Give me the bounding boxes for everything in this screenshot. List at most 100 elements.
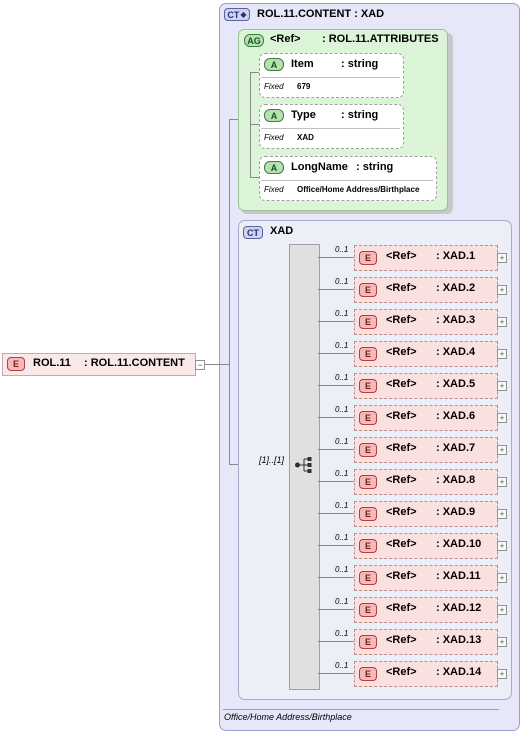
attribute-divider	[261, 180, 433, 181]
child-cardinality: 0..1	[335, 373, 349, 382]
attribute-fixed-label: Fixed	[264, 185, 284, 194]
attribute-fixed-value: 679	[297, 82, 311, 91]
element-badge: E	[359, 571, 377, 585]
child-element-name: : XAD.13	[436, 634, 482, 646]
element-badge: E	[359, 347, 377, 361]
attribute-group-name: : ROL.11.ATTRIBUTES	[322, 33, 439, 45]
root-element-type: : ROL.11.CONTENT	[84, 357, 185, 369]
child-connector	[318, 577, 354, 578]
child-element-ref: <Ref>	[386, 474, 417, 486]
child-connector	[318, 481, 354, 482]
expand-icon[interactable]: +	[497, 573, 507, 583]
element-badge: E	[7, 357, 25, 371]
element-badge: E	[359, 443, 377, 457]
complex-type-badge: CT ◆	[224, 8, 250, 21]
child-connector	[318, 385, 354, 386]
expand-icon[interactable]: +	[497, 605, 507, 615]
child-element-name: : XAD.12	[436, 602, 482, 614]
child-connector	[318, 641, 354, 642]
element-badge: E	[359, 283, 377, 297]
child-cardinality: 0..1	[335, 597, 349, 606]
child-element-ref: <Ref>	[386, 282, 417, 294]
expand-icon[interactable]: +	[497, 477, 507, 487]
child-connector	[318, 257, 354, 258]
child-cardinality: 0..1	[335, 501, 349, 510]
expand-icon[interactable]: +	[497, 413, 507, 423]
expand-icon[interactable]: +	[497, 445, 507, 455]
expand-icon[interactable]: +	[497, 349, 507, 359]
child-cardinality: 0..1	[335, 565, 349, 574]
child-cardinality: 0..1	[335, 309, 349, 318]
child-connector	[318, 321, 354, 322]
element-badge: E	[359, 379, 377, 393]
child-element-ref: <Ref>	[386, 314, 417, 326]
attribute-fixed-value: Office/Home Address/Birthplace	[297, 185, 420, 194]
child-element-ref: <Ref>	[386, 250, 417, 262]
child-element-ref: <Ref>	[386, 442, 417, 454]
attribute-divider	[261, 77, 400, 78]
expand-icon[interactable]: +	[497, 381, 507, 391]
attribute-connector-vertical	[250, 72, 251, 178]
child-element-name: : XAD.11	[436, 570, 481, 582]
child-element-ref: <Ref>	[386, 634, 417, 646]
expand-icon[interactable]: +	[497, 317, 507, 327]
child-connector	[318, 609, 354, 610]
element-badge: E	[359, 315, 377, 329]
complex-type-title: ROL.11.CONTENT : XAD	[257, 8, 385, 20]
attribute-badge: A	[264, 58, 284, 71]
child-connector	[318, 513, 354, 514]
sequence-cardinality: [1]..[1]	[259, 455, 285, 465]
child-element-name: : XAD.5	[436, 378, 476, 390]
sequence-icon	[295, 457, 312, 473]
attribute-fixed-value: XAD	[297, 133, 314, 142]
collapse-toggle-icon[interactable]: −	[195, 360, 205, 370]
element-badge: E	[359, 635, 377, 649]
expand-icon[interactable]: +	[497, 285, 507, 295]
child-element-name: : XAD.7	[436, 442, 476, 454]
element-badge: E	[359, 539, 377, 553]
child-cardinality: 0..1	[335, 437, 349, 446]
attribute-group-ref: <Ref>	[270, 33, 301, 45]
child-connector	[318, 289, 354, 290]
element-badge: E	[359, 603, 377, 617]
child-cardinality: 0..1	[335, 629, 349, 638]
attribute-name: Type	[291, 109, 316, 121]
element-badge: E	[359, 475, 377, 489]
child-element-ref: <Ref>	[386, 666, 417, 678]
attribute-type: : string	[341, 58, 379, 70]
child-cardinality: 0..1	[335, 405, 349, 414]
child-element-ref: <Ref>	[386, 602, 417, 614]
child-element-ref: <Ref>	[386, 378, 417, 390]
attribute-group-connector	[229, 119, 238, 120]
xad-type-title: XAD	[270, 225, 294, 237]
child-element-name: : XAD.2	[436, 282, 476, 294]
child-element-ref: <Ref>	[386, 506, 417, 518]
expand-icon[interactable]: +	[497, 509, 507, 519]
child-element-name: : XAD.9	[436, 506, 476, 518]
root-connector	[205, 364, 229, 365]
child-element-name: : XAD.14	[436, 666, 482, 678]
attribute-type: : string	[341, 109, 379, 121]
child-element-ref: <Ref>	[386, 538, 417, 550]
child-element-name: : XAD.10	[436, 538, 482, 550]
attribute-badge: A	[264, 161, 284, 174]
attribute-longname	[259, 156, 437, 201]
attribute-name: Item	[291, 58, 314, 70]
child-element-name: : XAD.6	[436, 410, 476, 422]
attribute-badge: A	[264, 109, 284, 122]
child-cardinality: 0..1	[335, 341, 349, 350]
element-badge: E	[359, 251, 377, 265]
expand-icon[interactable]: +	[497, 637, 507, 647]
expand-icon[interactable]: +	[497, 541, 507, 551]
element-badge: E	[359, 667, 377, 681]
attribute-name: LongName	[291, 161, 348, 173]
child-connector	[318, 353, 354, 354]
child-connector	[318, 545, 354, 546]
child-connector	[318, 673, 354, 674]
child-cardinality: 0..1	[335, 661, 349, 670]
expand-icon[interactable]: +	[497, 669, 507, 679]
attribute-group-badge: AG	[244, 34, 264, 47]
expand-icon[interactable]: +	[497, 253, 507, 263]
child-element-name: : XAD.4	[436, 346, 476, 358]
child-connector	[318, 417, 354, 418]
